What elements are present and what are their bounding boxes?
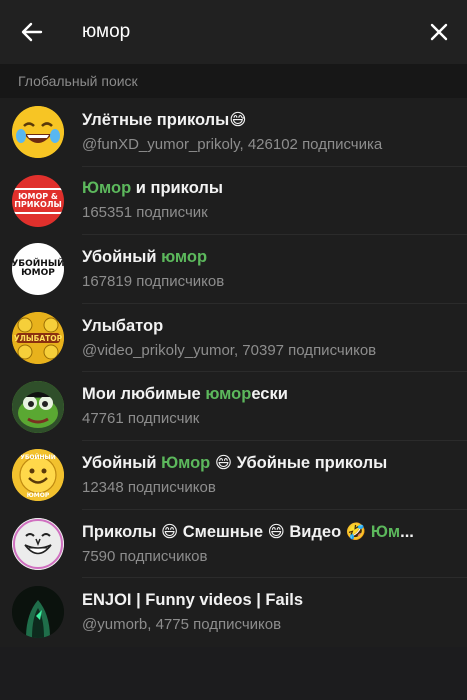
result-subtitle: @yumorb, 4775 подписчиков bbox=[82, 616, 282, 634]
avatar-logo-text: УБОЙНЫЙ ЮМОР bbox=[12, 259, 64, 279]
result-info: Улыбатор @video_prikoly_yumor, 70397 подп… bbox=[82, 304, 467, 373]
title-match-highlight: Юмор bbox=[82, 179, 132, 198]
close-icon bbox=[430, 23, 448, 41]
result-row[interactable]: УЛЫБАТОР Улыбатор @video_prikoly_yumor, 7… bbox=[0, 304, 467, 373]
title-text: и приколы bbox=[131, 179, 223, 198]
search-input[interactable] bbox=[64, 12, 411, 52]
avatar: УЛЫБАТОР bbox=[12, 312, 64, 365]
title-text: Убойный bbox=[82, 247, 162, 266]
result-title: Улыбатор bbox=[82, 317, 453, 336]
clear-search-button[interactable] bbox=[411, 0, 467, 64]
title-text: Убойный bbox=[82, 454, 162, 473]
title-match-highlight: юмор bbox=[205, 385, 252, 404]
title-text: 😅 bbox=[229, 111, 247, 130]
result-info: Приколы 😄 Смешные 😄 Видео 🤣 Юм... 7590 по… bbox=[82, 510, 467, 579]
result-row[interactable]: Улётные приколы😅 @funXD_yumor_prikoly, 42… bbox=[0, 98, 467, 167]
laughing-emoji-icon bbox=[12, 106, 64, 159]
title-text: 😄 Убойные приколы bbox=[210, 454, 388, 473]
title-text: Приколы 😄 Смешные 😄 Видео 🤣 bbox=[82, 522, 371, 541]
result-row[interactable]: УБОЙНЫЙ ЮМОР Убойный Юмор 😄 Убойные прик… bbox=[0, 441, 467, 510]
result-info: Улётные приколы😅 @funXD_yumor_prikoly, 42… bbox=[82, 98, 467, 167]
result-subtitle: 12348 подписчиков bbox=[82, 479, 216, 497]
avatar bbox=[12, 517, 64, 570]
result-row[interactable]: ЮМОР & ПРИКОЛЫ Юмор и приколы 165351 подпис… bbox=[0, 167, 467, 236]
title-match-highlight: Юм bbox=[370, 522, 401, 541]
title-text: ENJOI | Funny videos | Fails bbox=[82, 591, 304, 610]
title-text: ески bbox=[251, 385, 288, 404]
smileys-logo-icon: УЛЫБАТОР bbox=[12, 312, 64, 365]
result-title: Улётные приколы😅 bbox=[82, 110, 453, 130]
title-text: Улётные приколы bbox=[82, 111, 230, 130]
result-info: Юмор и приколы 165351 подписчик bbox=[82, 167, 467, 236]
avatar: УБОЙНЫЙ ЮМОР bbox=[12, 449, 64, 502]
section-title: Глобальный поиск bbox=[18, 73, 138, 89]
arrow-left-icon bbox=[21, 22, 43, 42]
avatar: ЮМОР & ПРИКОЛЫ bbox=[12, 174, 64, 227]
result-subtitle: 165351 подписчик bbox=[82, 204, 208, 222]
result-subtitle: 167819 подписчиков bbox=[82, 272, 225, 290]
result-subtitle: 47761 подписчик bbox=[82, 410, 200, 428]
title-match-highlight: юмор bbox=[161, 247, 208, 266]
result-row[interactable]: Приколы 😄 Смешные 😄 Видео 🤣 Юм... 7590 по… bbox=[0, 510, 467, 579]
section-header-global-search: Глобальный поиск bbox=[0, 64, 467, 98]
result-title: Приколы 😄 Смешные 😄 Видео 🤣 Юм... bbox=[82, 522, 453, 542]
result-info: Убойный юмор 167819 подписчиков bbox=[82, 235, 467, 304]
result-info: ENJOI | Funny videos | Fails @yumorb, 477… bbox=[82, 578, 467, 647]
svg-text:УЛЫБАТОР: УЛЫБАТОР bbox=[14, 334, 63, 343]
avatar bbox=[12, 586, 64, 639]
svg-text:УБОЙНЫЙ: УБОЙНЫЙ bbox=[20, 453, 56, 461]
result-subtitle: @funXD_yumor_prikoly, 426102 подписчика bbox=[82, 136, 383, 154]
result-subtitle: @video_prikoly_yumor, 70397 подписчиков bbox=[82, 341, 377, 359]
result-subtitle: 7590 подписчиков bbox=[82, 547, 208, 565]
title-text: Мои любимые bbox=[82, 385, 206, 404]
result-title: Мои любимые юморески bbox=[82, 385, 453, 404]
hooded-figure-icon bbox=[12, 586, 64, 639]
result-row[interactable]: УБОЙНЫЙ ЮМОР Убойный юмор 167819 подписчико… bbox=[0, 235, 467, 304]
avatar bbox=[12, 380, 64, 433]
result-title: ENJOI | Funny videos | Fails bbox=[82, 591, 453, 610]
title-text: Улыбатор bbox=[82, 316, 164, 335]
results-list: Улётные приколы😅 @funXD_yumor_prikoly, 42… bbox=[0, 98, 467, 647]
svg-text:ЮМОР: ЮМОР bbox=[27, 492, 50, 499]
avatar: УБОЙНЫЙ ЮМОР bbox=[12, 243, 64, 296]
back-button[interactable] bbox=[0, 0, 64, 64]
title-text: ... bbox=[400, 522, 414, 541]
frog-icon bbox=[12, 380, 64, 433]
result-title: Убойный Юмор 😄 Убойные приколы bbox=[82, 453, 453, 473]
avatar bbox=[12, 106, 64, 159]
meme-face-icon bbox=[12, 517, 64, 570]
avatar-logo-text: ЮМОР & ПРИКОЛЫ bbox=[12, 187, 64, 215]
result-info: Мои любимые юморески 47761 подписчик bbox=[82, 372, 467, 441]
title-match-highlight: Юмор bbox=[161, 454, 211, 473]
result-info: Убойный Юмор 😄 Убойные приколы 12348 подп… bbox=[82, 441, 467, 510]
smiley-logo-icon: УБОЙНЫЙ ЮМОР bbox=[12, 449, 64, 502]
result-row[interactable]: ENJOI | Funny videos | Fails @yumorb, 477… bbox=[0, 578, 467, 647]
search-header bbox=[0, 0, 467, 64]
result-title: Юмор и приколы bbox=[82, 179, 453, 198]
result-title: Убойный юмор bbox=[82, 248, 453, 267]
result-row[interactable]: Мои любимые юморески 47761 подписчик bbox=[0, 372, 467, 441]
